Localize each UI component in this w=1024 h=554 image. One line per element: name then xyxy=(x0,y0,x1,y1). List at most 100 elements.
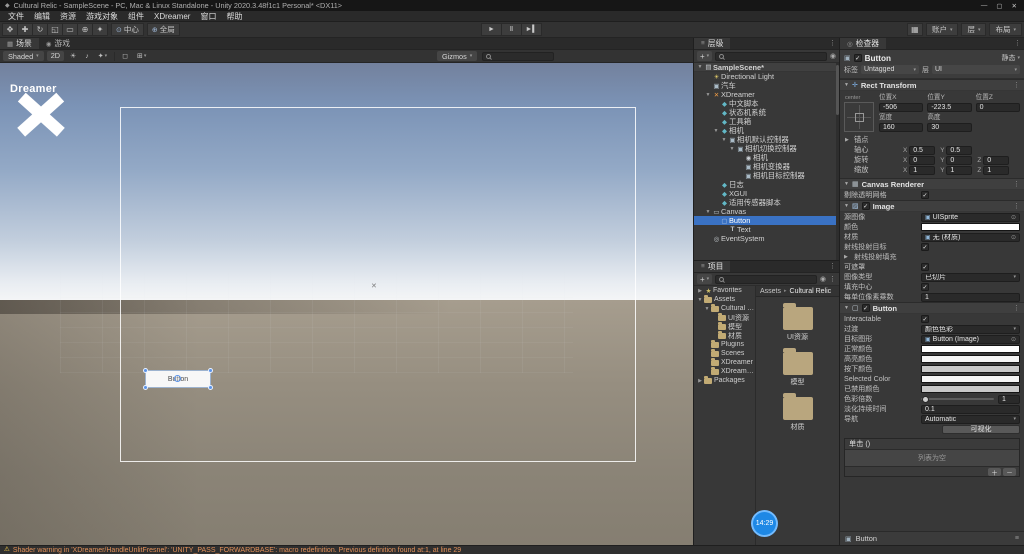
tree-item[interactable]: ▼ ▭ Canvas xyxy=(694,207,836,216)
image-checkbox[interactable] xyxy=(921,263,929,271)
selection-handle[interactable] xyxy=(143,368,148,373)
account-dropdown[interactable]: 账户 ▾ xyxy=(925,23,959,36)
tree-item[interactable]: ▢ Button xyxy=(694,216,836,225)
rt-field[interactable]: 0 xyxy=(975,103,1020,112)
panel-menu-icon[interactable]: ⋮ xyxy=(829,261,836,273)
button-dropdown[interactable]: Automatic ▾ xyxy=(921,414,1020,424)
tree-item[interactable]: ◆ 适用传感器脚本 xyxy=(694,198,836,207)
button-checkbox[interactable] xyxy=(921,315,929,323)
status-bar[interactable]: ⚠ Shader warning in 'XDreamer/HandleUnli… xyxy=(0,545,1024,554)
project-tree-item[interactable]: UI资源 xyxy=(694,312,755,322)
panel-menu-icon[interactable]: ⋮ xyxy=(829,38,836,50)
gizmos-dropdown[interactable]: Gizmos ▾ xyxy=(437,51,478,61)
inspector-menu-icon[interactable]: ⋮ xyxy=(1014,38,1021,50)
button-visualize-button[interactable]: 可视化 xyxy=(942,424,1020,434)
project-search-input[interactable] xyxy=(715,274,817,284)
add-event-button[interactable]: ＋ xyxy=(988,467,1001,477)
breadcrumb-current[interactable]: Cultural Relic xyxy=(790,288,832,295)
project-tree-item[interactable]: 模型 xyxy=(694,321,755,331)
tree-item[interactable]: ◆ 工具箱 xyxy=(694,117,836,126)
scene-viewport[interactable]: ✕ Dreamer Button xyxy=(0,63,693,545)
tree-item[interactable]: ◎ EventSystem xyxy=(694,234,836,243)
foldout-arrow[interactable]: ▶ xyxy=(696,378,704,384)
close-button[interactable]: ✕ xyxy=(1012,2,1017,10)
tool-rotate-button[interactable]: ↻ xyxy=(32,23,48,36)
anchor-presets-button[interactable]: center xyxy=(844,95,874,132)
tab-inspector[interactable]: ◎ 检查器 xyxy=(840,38,887,49)
image-dropdown[interactable]: 已切片 ▾ xyxy=(921,272,1020,282)
rect-transform-header[interactable]: ▼ ✛ Rect Transform ⋮ xyxy=(840,79,1024,91)
selection-handle[interactable] xyxy=(208,385,213,390)
rt-field[interactable]: 30 xyxy=(927,123,972,132)
tab-scene[interactable]: ▦ 场景 xyxy=(0,38,39,49)
button-color-swatch[interactable] xyxy=(921,375,1020,383)
layers-dropdown[interactable]: 层 ▾ xyxy=(961,23,987,36)
foldout-arrow[interactable]: ▼ xyxy=(844,82,849,88)
component-menu-icon[interactable]: ⋮ xyxy=(1013,180,1020,188)
button-color-swatch[interactable] xyxy=(921,345,1020,353)
gameobject-name[interactable]: Button xyxy=(865,54,999,63)
menu-item-5[interactable]: XDreamer xyxy=(149,12,195,21)
tool-hand-button[interactable]: ✥ xyxy=(2,23,18,36)
rt-axis-field[interactable]: 1 xyxy=(983,165,1010,175)
tree-item[interactable]: ◆ 状态机系统 xyxy=(694,108,836,117)
image-object-field[interactable]: ▣ 无 (材质) ⊙ xyxy=(921,232,1020,242)
project-folder[interactable]: 材质 xyxy=(756,393,839,432)
component-menu-icon[interactable]: ⋮ xyxy=(1013,81,1020,89)
create-asset-button[interactable]: + ▾ xyxy=(697,274,713,284)
foldout-arrow[interactable]: ▶ xyxy=(696,288,704,294)
button-color-swatch[interactable] xyxy=(921,355,1020,363)
step-button[interactable]: ►▍ xyxy=(521,23,542,36)
foldout-arrow[interactable]: ▼ xyxy=(728,146,736,152)
rt-axis-field[interactable]: 1 xyxy=(909,165,936,175)
foldout-arrow[interactable]: ▼ xyxy=(844,181,849,187)
image-color-swatch[interactable] xyxy=(921,223,1020,231)
preview-bar[interactable]: ▣ Button ≡ xyxy=(840,531,1024,545)
tool-scale-button[interactable]: ◱ xyxy=(47,23,63,36)
scene-visibility-icon[interactable]: ◉ xyxy=(830,52,836,60)
tab-hierarchy[interactable]: ≡ 层级 xyxy=(694,38,731,49)
project-tree-item[interactable]: XDreamer... xyxy=(694,366,755,376)
image-object-field[interactable]: ▣ UISprite ⊙ xyxy=(921,212,1020,222)
project-folder[interactable]: 模型 xyxy=(756,348,839,387)
rt-axis-field[interactable]: 0 xyxy=(946,155,973,165)
button-header[interactable]: ▼ ▢ Button ⋮ xyxy=(840,302,1024,314)
canvas-renderer-checkbox[interactable] xyxy=(921,191,929,199)
button-slider[interactable] xyxy=(921,395,994,403)
selection-handle[interactable] xyxy=(143,385,148,390)
pause-button[interactable]: Ⅱ xyxy=(501,23,522,36)
tool-transform-button[interactable]: ⊕ xyxy=(77,23,93,36)
menu-item-3[interactable]: 游戏对象 xyxy=(81,11,123,22)
menu-item-4[interactable]: 组件 xyxy=(123,11,149,22)
image-checkbox[interactable] xyxy=(921,243,929,251)
lighting-toggle-icon[interactable]: ☀ xyxy=(67,51,79,61)
tool-custom-button[interactable]: ✦ xyxy=(92,23,108,36)
project-tree-item[interactable]: ▶ Packages xyxy=(694,375,755,385)
button-dropdown[interactable]: 颜色色彩 ▾ xyxy=(921,324,1020,334)
project-tree-item[interactable]: ▶ ★ Favorites xyxy=(694,286,755,295)
maximize-button[interactable]: ▢ xyxy=(996,2,1002,10)
foldout-arrow[interactable]: ▼ xyxy=(704,209,712,215)
tree-item[interactable]: ▼ ▤ SampleScene* xyxy=(694,63,836,72)
foldout-arrow[interactable]: ▼ xyxy=(696,64,704,70)
component-enabled-checkbox[interactable] xyxy=(861,304,870,312)
component-menu-icon[interactable]: ⋮ xyxy=(1013,304,1020,312)
foldout-arrow[interactable]: ▼ xyxy=(844,305,849,311)
panel-options-icon[interactable]: ⋮ xyxy=(829,275,836,283)
layer-dropdown[interactable]: UI ▾ xyxy=(932,65,1020,74)
foldout-arrow[interactable]: ▼ xyxy=(696,297,704,303)
rt-axis-field[interactable]: 0.5 xyxy=(946,145,973,155)
image-input[interactable]: 1 xyxy=(921,292,1020,302)
rt-field[interactable]: 160 xyxy=(879,123,924,132)
foldout-arrow[interactable]: ▼ xyxy=(720,137,728,143)
tree-item[interactable]: T Text xyxy=(694,225,836,234)
tab-project[interactable]: ≡ 项目 xyxy=(694,261,731,272)
layout-dropdown[interactable]: 布局 ▾ xyxy=(989,23,1022,36)
project-tree-item[interactable]: ▼ Assets xyxy=(694,294,755,304)
canvas-renderer-header[interactable]: ▼ ▦ Canvas Renderer ⋮ xyxy=(840,178,1024,190)
tree-item[interactable]: ☀ Directional Light xyxy=(694,72,836,81)
tab-game[interactable]: ◉ 游戏 xyxy=(39,38,77,49)
minimize-button[interactable]: — xyxy=(981,2,988,10)
audio-toggle-icon[interactable]: ♪ xyxy=(82,51,92,61)
foldout-arrow[interactable]: ▼ xyxy=(703,306,711,312)
